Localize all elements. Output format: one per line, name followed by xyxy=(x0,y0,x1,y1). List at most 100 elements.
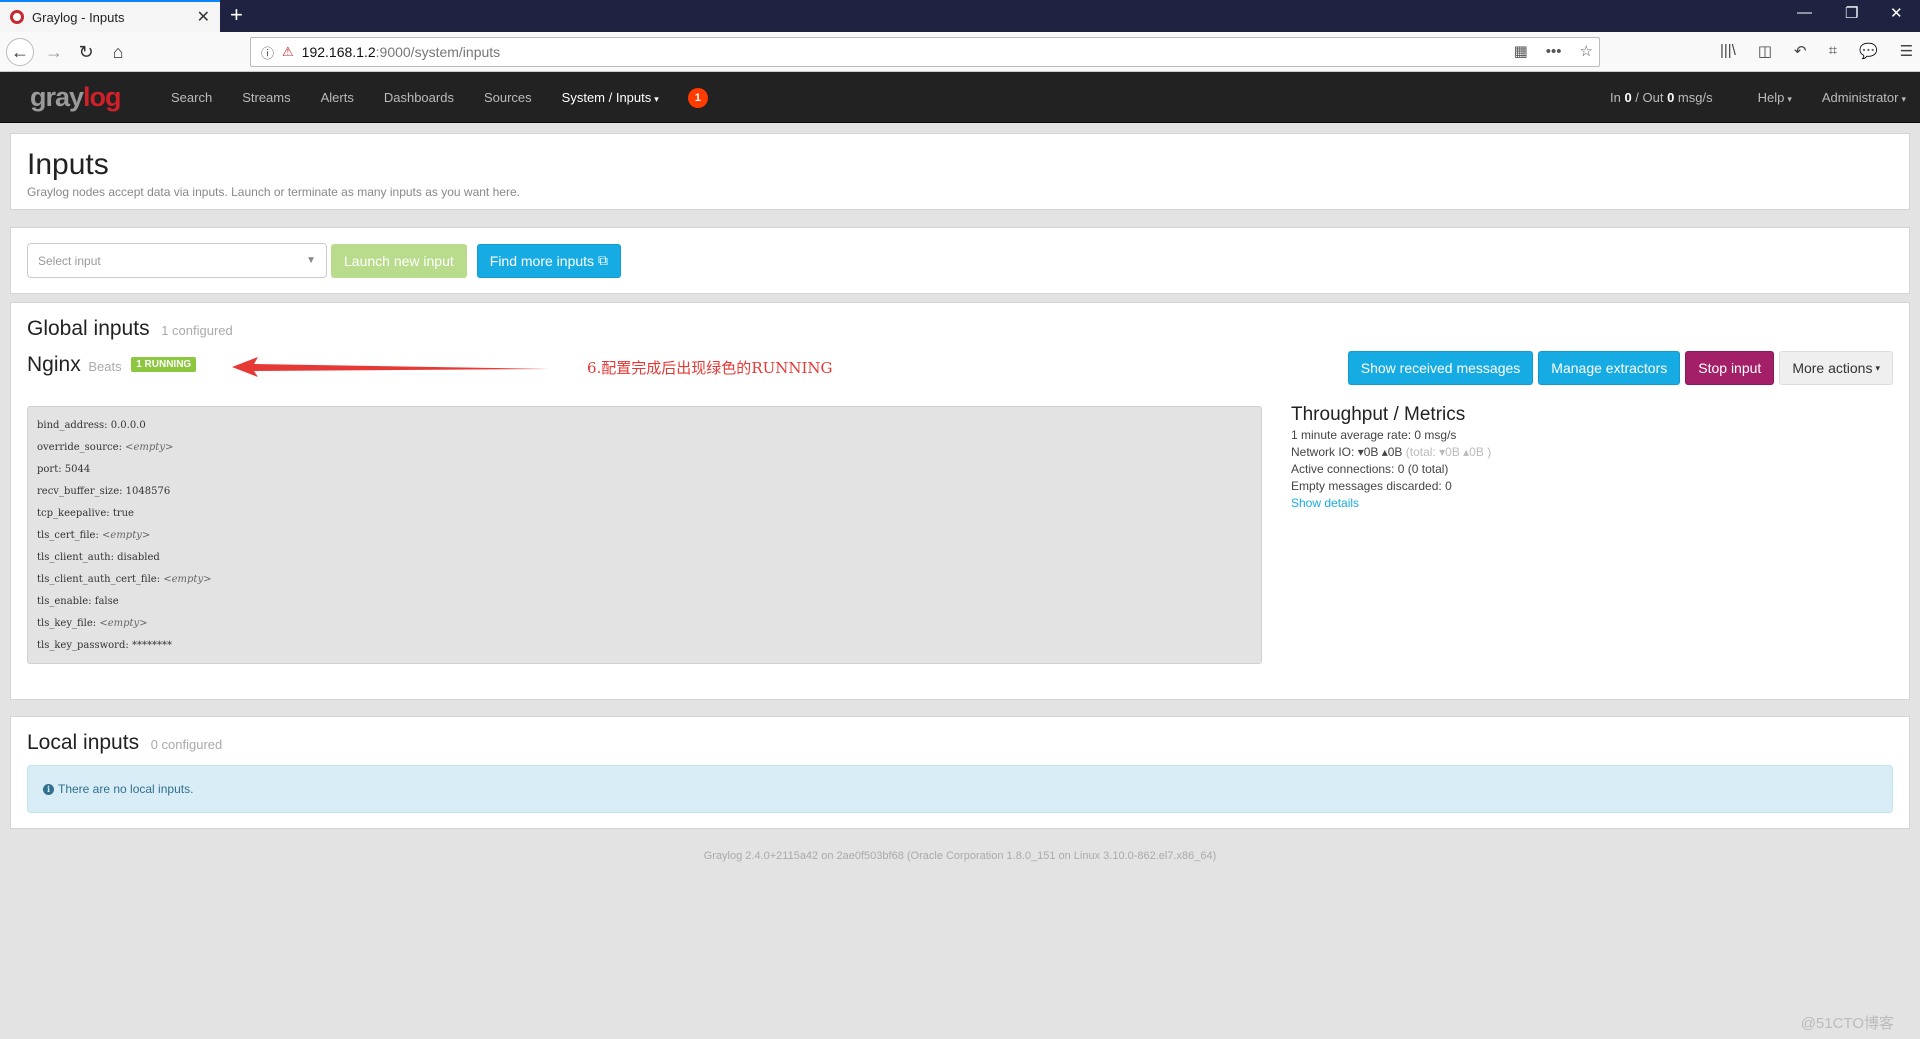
config-key: tls_key_file xyxy=(37,618,93,629)
throughput-unit: msg/s xyxy=(1674,90,1713,105)
config-value: 1048576 xyxy=(125,486,171,497)
config-key: bind_address xyxy=(37,420,105,431)
network-down: ▾0B xyxy=(1357,445,1379,459)
logo-text-red: log xyxy=(83,82,121,112)
graylog-logo[interactable]: graylog xyxy=(30,82,122,113)
nav-user-dropdown[interactable]: Administrator ▾ xyxy=(1807,90,1920,105)
config-value: disabled xyxy=(117,552,160,563)
config-key: tcp_keepalive xyxy=(37,508,107,519)
reload-button[interactable]: ↻ xyxy=(72,38,100,66)
config-key: tls_client_auth xyxy=(37,552,111,563)
metrics-title: Throughput / Metrics xyxy=(1291,404,1466,425)
browser-toolbar: ← → ↻ ⌂ ⓘ ⚠ 192.168.1.2:9000/system/inpu… xyxy=(0,32,1920,72)
logo-text-gray: gray xyxy=(30,82,84,112)
nav-search[interactable]: Search xyxy=(156,90,227,105)
stop-input-button[interactable]: Stop input xyxy=(1685,351,1775,385)
hamburger-menu-icon[interactable]: ☰ xyxy=(1900,42,1913,60)
caret-down-icon: ▾ xyxy=(1875,362,1880,373)
config-line: tls_key_password: ******** xyxy=(37,640,172,651)
forward-button[interactable]: → xyxy=(40,38,68,66)
page-actions-icon[interactable]: ••• xyxy=(1546,43,1562,60)
info-circle-icon: i xyxy=(43,783,54,795)
empty-messages-discarded: Empty messages discarded: 0 xyxy=(1291,479,1452,493)
select-input-dropdown[interactable]: Select input ▼ xyxy=(27,243,327,278)
window-maximize-button[interactable]: ❐ xyxy=(1845,4,1858,22)
main-nav: Search Streams Alerts Dashboards Sources… xyxy=(156,72,708,123)
nav-sources[interactable]: Sources xyxy=(469,90,547,105)
annotation-arrow-icon xyxy=(232,357,550,377)
url-bar[interactable]: ⓘ ⚠ 192.168.1.2:9000/system/inputs ▦ •••… xyxy=(250,37,1600,67)
config-value: <empty> xyxy=(163,574,212,585)
url-path: :9000/system/inputs xyxy=(375,44,501,60)
config-value: true xyxy=(112,508,134,519)
nav-dashboards[interactable]: Dashboards xyxy=(369,90,469,105)
url-host: 192.168.1.2 xyxy=(301,44,376,60)
window-minimize-button[interactable]: — xyxy=(1797,4,1812,21)
page-header-card: Inputs Graylog nodes accept data via inp… xyxy=(10,133,1910,210)
config-line: override_source: <empty> xyxy=(37,442,174,453)
app-navbar: graylog Search Streams Alerts Dashboards… xyxy=(0,72,1920,123)
config-key: port xyxy=(37,464,59,475)
no-local-inputs-message: There are no local inputs. xyxy=(58,782,194,796)
nav-system-dropdown[interactable]: System / Inputs ▾ xyxy=(547,90,674,105)
config-key: tls_cert_file xyxy=(37,530,96,541)
launch-input-card: Select input ▼ Launch new input Find mor… xyxy=(10,227,1910,294)
window-close-button[interactable]: ✕ xyxy=(1890,4,1903,22)
config-value: <empty> xyxy=(102,530,151,541)
manage-extractors-button[interactable]: Manage extractors xyxy=(1538,351,1681,385)
launch-new-input-button[interactable]: Launch new input xyxy=(331,243,467,278)
screenshot-crop-icon[interactable]: ⌗ xyxy=(1829,42,1837,60)
new-tab-button[interactable]: + xyxy=(230,2,243,28)
config-key: recv_buffer_size xyxy=(37,486,120,497)
config-line: bind_address: 0.0.0.0 xyxy=(37,420,146,431)
user-label: Administrator xyxy=(1821,90,1899,105)
sidebar-icon[interactable]: ◫ xyxy=(1758,42,1772,60)
site-info-icon[interactable]: ⓘ xyxy=(261,43,274,62)
notification-badge[interactable]: 1 xyxy=(687,87,708,108)
bookmark-star-icon[interactable]: ☆ xyxy=(1580,42,1593,60)
network-up: ▴0B xyxy=(1381,445,1403,459)
page-title: Inputs xyxy=(27,148,109,181)
page-description: Graylog nodes accept data via inputs. La… xyxy=(27,185,520,199)
annotation-text: 6.配置完成后出现绿色的RUNNING xyxy=(587,359,833,377)
config-value: 5044 xyxy=(64,464,91,475)
watermark: @51CTO博客 xyxy=(1800,1015,1894,1032)
running-status-badge: 1 RUNNING xyxy=(131,357,197,372)
undo-icon[interactable]: ↶ xyxy=(1794,42,1807,60)
nav-streams[interactable]: Streams xyxy=(227,90,305,105)
caret-down-icon: ▾ xyxy=(654,94,659,104)
graylog-favicon-icon xyxy=(10,10,24,24)
local-inputs-title: Local inputs xyxy=(27,731,140,754)
global-inputs-count: 1 configured xyxy=(161,323,233,338)
insecure-connection-icon[interactable]: ⚠ xyxy=(282,44,294,60)
select-input-placeholder: Select input xyxy=(38,253,101,268)
show-details-link[interactable]: Show details xyxy=(1291,495,1491,512)
library-icon[interactable]: |||\ xyxy=(1720,42,1736,60)
back-button[interactable]: ← xyxy=(6,38,34,66)
qr-code-icon[interactable]: ▦ xyxy=(1514,42,1528,60)
config-value: ******** xyxy=(131,640,172,651)
nav-alerts[interactable]: Alerts xyxy=(306,90,369,105)
nav-system-label: System / Inputs xyxy=(561,90,652,105)
local-inputs-card: Local inputs 0 configured i There are no… xyxy=(10,716,1910,829)
find-more-inputs-button[interactable]: Find more inputs ⧉ xyxy=(476,243,621,278)
show-received-messages-button[interactable]: Show received messages xyxy=(1347,351,1534,385)
config-line: tls_enable: false xyxy=(37,596,119,607)
config-value: <empty> xyxy=(99,618,148,629)
browser-tab[interactable]: Graylog - Inputs ✕ xyxy=(0,0,220,32)
config-value: <empty> xyxy=(125,442,174,453)
more-actions-dropdown[interactable]: More actions ▾ xyxy=(1779,351,1893,385)
tab-close-icon[interactable]: ✕ xyxy=(197,7,210,27)
chevron-down-icon: ▼ xyxy=(306,255,316,266)
more-actions-label: More actions xyxy=(1792,360,1873,376)
no-local-inputs-alert: i There are no local inputs. xyxy=(27,765,1893,813)
network-io-label: Network IO: xyxy=(1291,445,1358,459)
home-button[interactable]: ⌂ xyxy=(104,38,132,66)
chat-icon[interactable]: 💬 xyxy=(1859,42,1878,60)
browser-tab-bar: Graylog - Inputs ✕ + — ❐ ✕ xyxy=(0,0,1920,32)
out-label: / Out xyxy=(1631,90,1668,105)
in-value: 0 xyxy=(1624,90,1632,105)
nav-help-dropdown[interactable]: Help ▾ xyxy=(1743,90,1807,105)
config-key: tls_key_password xyxy=(37,640,126,651)
find-more-inputs-label: Find more inputs xyxy=(489,252,595,269)
